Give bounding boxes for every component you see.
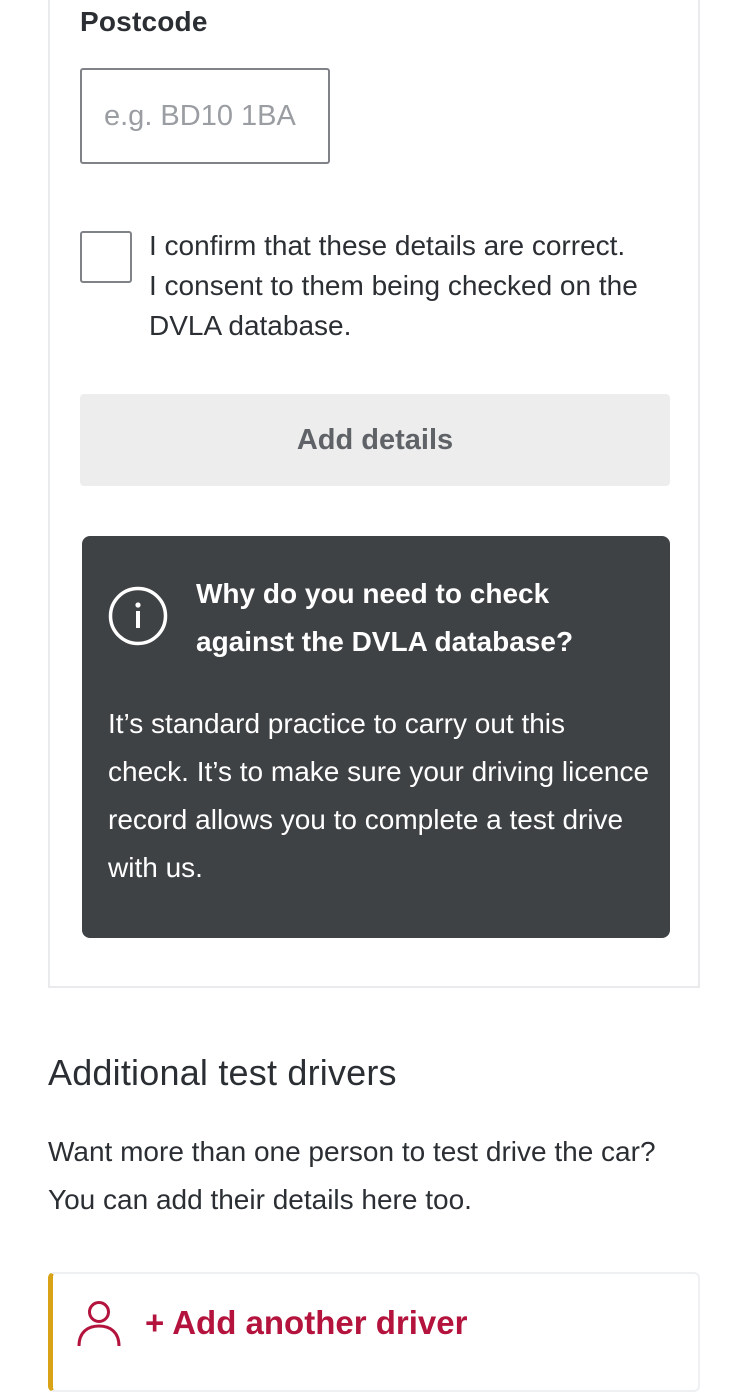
info-panel-body: It’s standard practice to carry out this…: [108, 708, 650, 883]
add-another-driver-label: + Add another driver: [145, 1304, 468, 1341]
postcode-label: Postcode: [80, 6, 208, 37]
add-another-driver-button[interactable]: + Add another driver: [48, 1272, 700, 1392]
person-icon: [77, 1301, 121, 1347]
consent-checkbox[interactable]: [80, 231, 132, 283]
info-panel-title: Why do you need to check against the DVL…: [196, 578, 574, 657]
add-details-button[interactable]: Add details: [80, 394, 670, 486]
dvla-info-panel: Why do you need to check against the DVL…: [82, 536, 670, 938]
additional-drivers-description: Want more than one person to test drive …: [48, 1136, 656, 1215]
postcode-input[interactable]: [80, 68, 330, 164]
info-icon: [108, 586, 168, 646]
consent-text: I confirm that these details are correct…: [149, 230, 638, 341]
additional-drivers-title: Additional test drivers: [48, 1052, 397, 1093]
